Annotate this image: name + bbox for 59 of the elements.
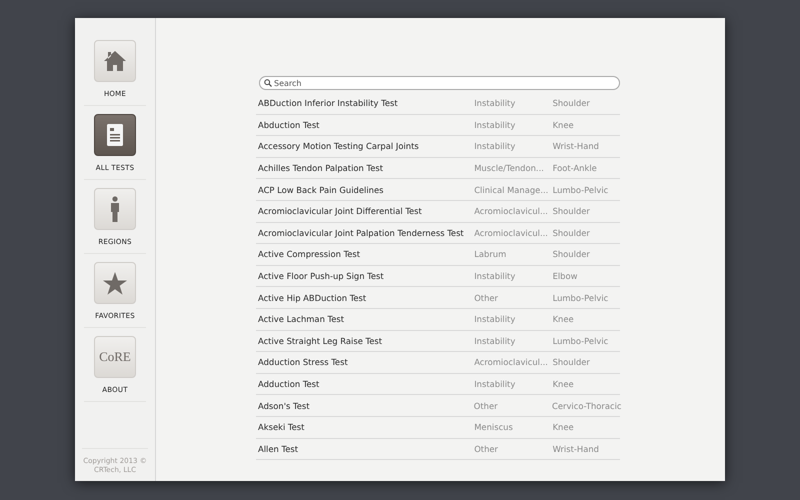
category-cell-text: Other: [472, 400, 499, 411]
test-name-cell-text: Acromioclavicular Joint Palpation Tenderness Test: [257, 228, 465, 238]
region-cell-text: Lumbo-Pelvic: [552, 336, 610, 346]
category-cell-text: Other: [473, 444, 499, 454]
region-cell-text: Shoulder: [552, 228, 591, 238]
test-name-cell-text: Adson's Test: [257, 400, 311, 411]
test-name-cell-text: Achilles Tendon Palpation Test: [257, 163, 384, 174]
document-icon: [107, 124, 123, 146]
house-icon: [103, 50, 127, 72]
nav-button[interactable]: CoRE: [94, 336, 136, 378]
test-name-cell-text: Adduction Test: [257, 379, 320, 390]
region-cell-text: Wrist-Hand: [552, 444, 600, 454]
category-cell-text: Muscle/Tendon...: [473, 163, 545, 174]
region-cell-text: Knee: [552, 120, 575, 130]
test-name-cell-text: Active Straight Leg Raise Test: [257, 336, 384, 346]
test-name-cell-text: Active Floor Push-up Sign Test: [257, 271, 385, 282]
test-name-cell-text: ACP Low Back Pain Guidelines: [257, 184, 384, 195]
region-cell-text: Shoulder: [552, 249, 591, 260]
test-name-cell-text: Akseki Test: [257, 422, 306, 432]
test-name-cell-text: Active Compression Test: [257, 249, 362, 260]
region-cell-text: Knee: [552, 422, 575, 432]
region-cell-text: Knee: [552, 379, 575, 390]
test-name-cell-text: Allen Test: [257, 444, 299, 454]
star-icon: [103, 272, 127, 294]
region-cell-text: Lumbo-Pelvic: [552, 184, 610, 195]
category-cell-text: Acromioclavicul...: [473, 228, 549, 238]
person-icon: [110, 196, 120, 222]
test-name-cell-text: Accessory Motion Testing Carpal Joints: [257, 141, 420, 152]
region-cell-text: Elbow: [552, 271, 578, 282]
category-cell-text: Instability: [473, 141, 516, 152]
test-name-cell-text: ABDuction Inferior Instability Test: [257, 98, 399, 108]
region-cell-text: Lumbo-Pelvic: [552, 292, 610, 303]
category-cell-text: Instability: [473, 98, 516, 108]
region-cell-text: Foot-Ankle: [552, 163, 598, 174]
category-cell-text: Labrum: [473, 249, 508, 260]
test-name-cell-text: Active Lachman Test: [257, 314, 346, 324]
category-cell-text: Other: [473, 292, 499, 303]
category-cell-text: Acromioclavicul...: [473, 357, 549, 368]
category-cell-text: Meniscus: [473, 422, 514, 432]
test-name-cell-text: Abduction Test: [257, 120, 320, 130]
category-cell-text: Clinical Manage...: [473, 184, 550, 195]
region-cell-text: Knee: [552, 314, 575, 324]
region-cell-text: Shoulder: [552, 206, 591, 216]
category-cell-text: Instability: [473, 120, 516, 130]
category-cell-text: Instability: [473, 271, 516, 282]
region-cell-text: Shoulder: [552, 357, 591, 368]
region-cell-text: Wrist-Hand: [552, 141, 600, 152]
search-field[interactable]: Search: [259, 76, 620, 90]
category-cell-text: Instability: [473, 314, 516, 324]
nav-button[interactable]: [94, 114, 136, 156]
test-name-cell-text: Acromioclavicular Joint Differential Test: [257, 206, 423, 216]
test-name-cell-text: Adduction Stress Test: [257, 357, 349, 368]
category-cell-text: Instability: [473, 336, 516, 346]
category-cell-text: Instability: [473, 379, 516, 390]
category-cell-text: Acromioclavicul...: [473, 206, 549, 216]
region-cell-text: Shoulder: [552, 98, 591, 108]
region-cell-text: Cervico-Thoracic: [551, 400, 620, 411]
test-name-cell-text: Active Hip ABDuction Test: [257, 292, 368, 303]
logo-icon: CoRE: [99, 349, 131, 365]
